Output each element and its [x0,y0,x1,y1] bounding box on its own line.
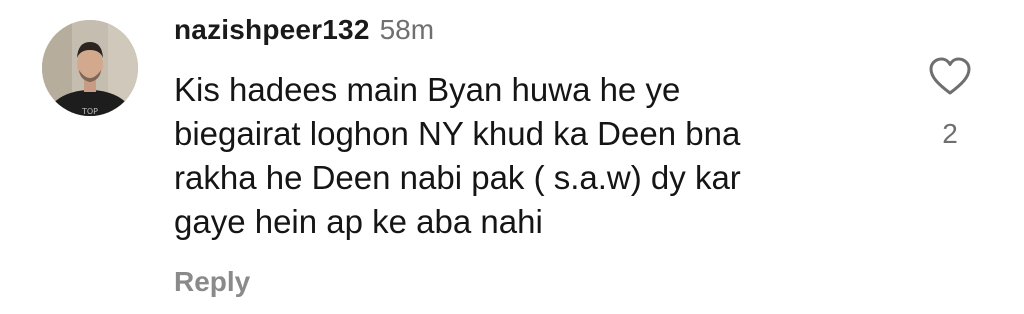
timestamp: 58m [379,14,435,45]
comment-text-line: rakha he Deen nabi pak ( s.a.w) dy kar [174,159,741,196]
reply-button[interactable]: Reply [174,266,250,298]
comment-text: Kis hadees main Byan huwa he ye biegaira… [174,68,874,244]
comment-text-line: gaye hein ap ke aba nahi [174,203,543,240]
comment-item: TOP nazishpeer132 58m Kis hadees main By… [0,0,1024,314]
avatar[interactable]: TOP [42,20,138,116]
svg-text:TOP: TOP [81,107,98,116]
username[interactable]: nazishpeer132 [174,14,370,46]
comment-text-line: biegairat loghon NY khud ka Deen bna [174,115,741,152]
heart-icon[interactable] [928,56,972,96]
comment-meta: nazishpeer132 58m [174,14,894,54]
comment-body: nazishpeer132 58m Kis hadees main Byan h… [174,14,894,298]
comment-text-line: Kis hadees main Byan huwa he ye [174,71,681,108]
like-area: 2 [924,56,976,150]
avatar-photo: TOP [42,20,138,116]
like-count: 2 [942,118,958,149]
